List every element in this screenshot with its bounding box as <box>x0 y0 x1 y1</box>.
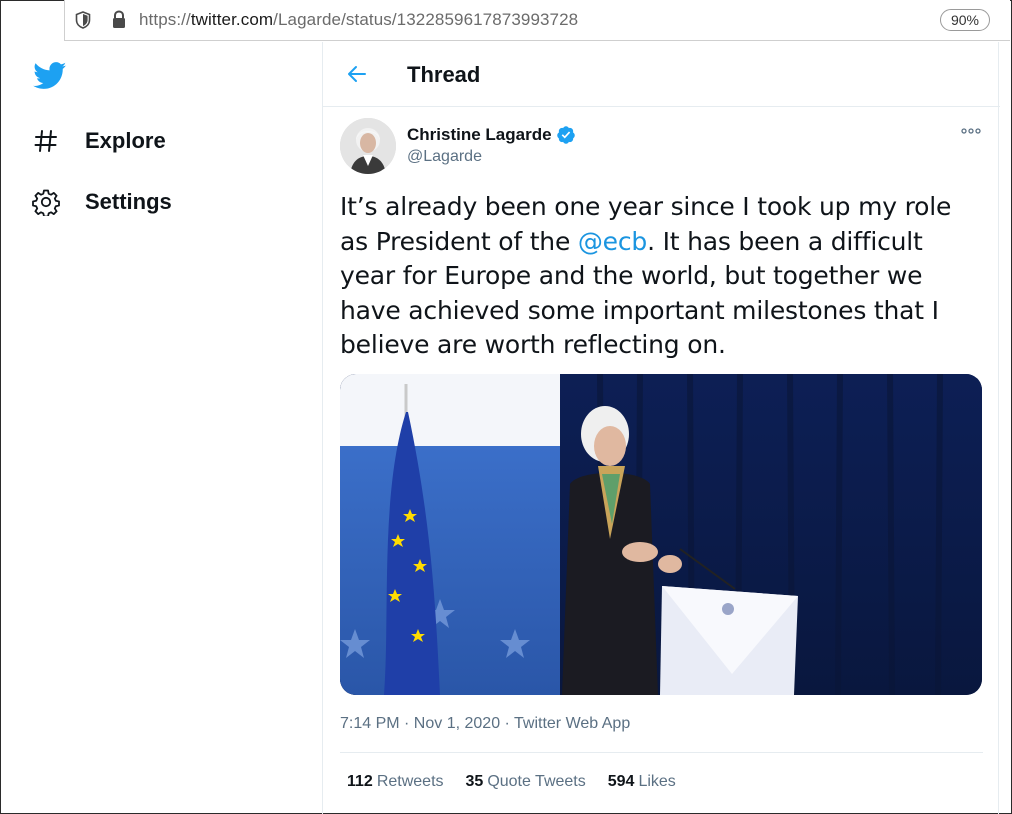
tweet-stats: 112 Retweets 35 Quote Tweets 594 Likes <box>347 773 698 791</box>
url-host: twitter.com <box>190 10 274 29</box>
avatar[interactable] <box>340 118 396 174</box>
retweets-stat[interactable]: 112 Retweets <box>347 773 444 791</box>
sidebar-item-label: Settings <box>85 189 172 214</box>
likes-stat[interactable]: 594 Likes <box>608 773 676 791</box>
lock-icon[interactable] <box>111 10 127 29</box>
sidebar-item-explore[interactable]: Explore <box>32 124 166 158</box>
shield-icon[interactable] <box>75 11 91 29</box>
author-handle[interactable]: @Lagarde <box>407 148 482 166</box>
address-bar[interactable]: https://twitter.com/Lagarde/status/13228… <box>64 0 1010 41</box>
url-path: /Lagarde/status/1322859617873993728 <box>273 10 579 29</box>
author-name-text: Christine Lagarde <box>407 125 552 144</box>
sidebar-item-settings[interactable]: Settings <box>32 185 172 219</box>
tweet-timestamp[interactable]: 7:14 PM · Nov 1, 2020 · Twitter Web App <box>340 715 630 733</box>
quote-tweets-count: 35 <box>465 773 484 790</box>
main-column: Thread Christine Lagarde @Lagarde It’s a… <box>322 42 1000 814</box>
back-arrow-icon[interactable] <box>345 62 369 86</box>
mention-link[interactable]: @ecb <box>578 227 647 256</box>
tweet-text: It’s already been one year since I took … <box>340 190 980 363</box>
tweet-photo[interactable] <box>340 374 982 695</box>
page-header: Thread <box>323 42 1000 107</box>
retweets-count: 112 <box>347 773 373 790</box>
author-name[interactable]: Christine Lagarde <box>407 125 576 145</box>
sidebar: Explore Settings <box>0 42 322 814</box>
url-text[interactable]: https://twitter.com/Lagarde/status/13228… <box>139 10 578 30</box>
sidebar-item-label: Explore <box>85 128 166 153</box>
likes-label: Likes <box>638 773 676 790</box>
gear-icon <box>32 188 60 216</box>
retweets-label: Retweets <box>376 773 444 790</box>
zoom-indicator[interactable]: 90% <box>940 9 990 31</box>
url-prefix: https:// <box>139 10 191 29</box>
verified-badge-icon <box>556 126 575 144</box>
divider <box>340 752 983 753</box>
quote-tweets-label: Quote Tweets <box>487 773 586 790</box>
likes-count: 594 <box>607 773 635 790</box>
hash-icon <box>32 127 60 155</box>
page-title: Thread <box>407 62 481 87</box>
more-options-icon[interactable] <box>961 126 981 136</box>
twitter-logo-icon[interactable] <box>33 62 67 90</box>
quote-tweets-stat[interactable]: 35 Quote Tweets <box>466 773 586 791</box>
